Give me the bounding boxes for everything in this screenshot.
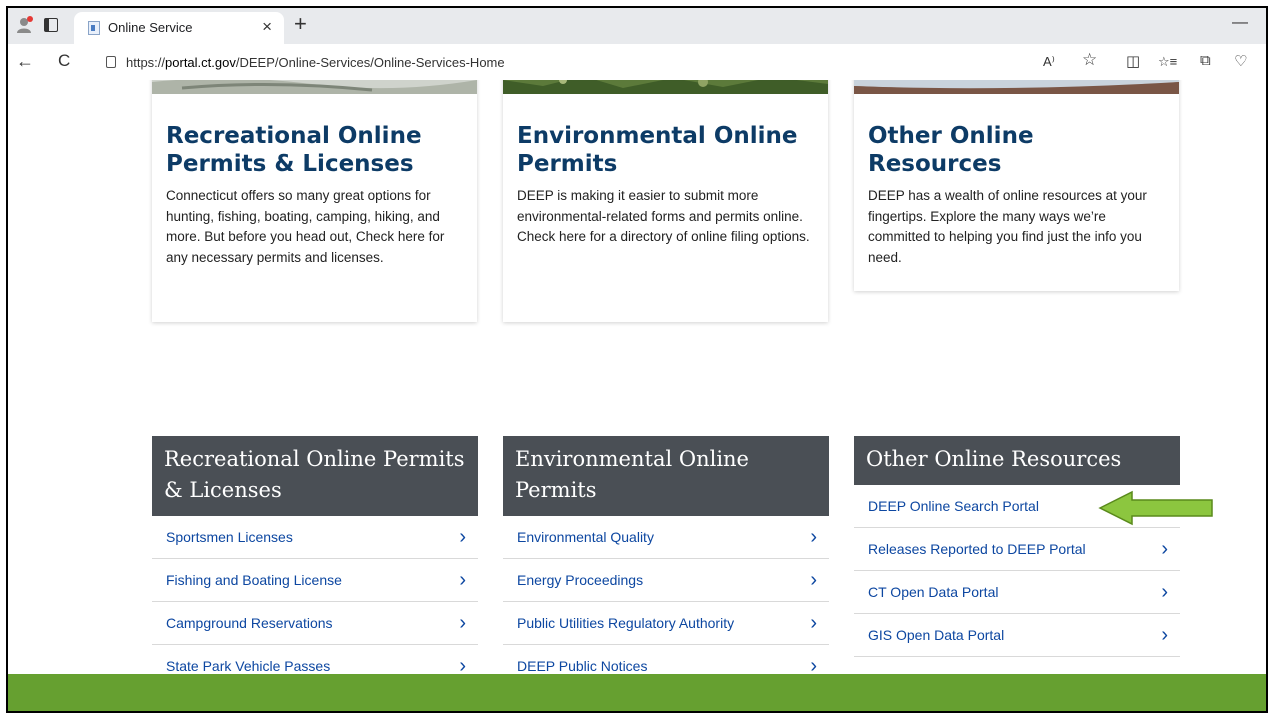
list-header: Other Online Resources — [854, 436, 1180, 485]
chevron-right-icon: › — [810, 569, 817, 591]
list-environmental: Environmental Online Permits Environment… — [503, 436, 829, 674]
list-item-campground-reservations[interactable]: Campground Reservations › — [152, 602, 478, 645]
chevron-right-icon: › — [459, 655, 466, 674]
tab-close-icon[interactable]: × — [262, 17, 272, 37]
list-item-label: CT Open Data Portal — [868, 584, 999, 600]
list-item-energy-proceedings[interactable]: Energy Proceedings › — [503, 559, 829, 602]
url-field[interactable]: https://portal.ct.gov/DEEP/Online-Servic… — [126, 55, 505, 70]
chevron-right-icon: › — [1161, 624, 1168, 646]
card-image — [503, 80, 828, 94]
site-info-icon[interactable] — [106, 56, 116, 68]
list-item-releases-reported-portal[interactable]: Releases Reported to DEEP Portal › — [854, 528, 1180, 571]
read-aloud-icon[interactable]: A⁾ — [1043, 54, 1055, 70]
list-header: Environmental Online Permits — [503, 436, 829, 516]
chevron-right-icon: › — [459, 526, 466, 548]
collections-icon[interactable]: ⧉ — [1200, 52, 1211, 69]
list-item-label: Releases Reported to DEEP Portal — [868, 541, 1086, 557]
annotation-arrow-icon — [1098, 490, 1213, 526]
list-other-resources: Other Online Resources DEEP Online Searc… — [854, 436, 1180, 657]
card-title[interactable]: Other Online Resources — [868, 80, 1165, 178]
list-item-fishing-boating-license[interactable]: Fishing and Boating License › — [152, 559, 478, 602]
list-item-ct-open-data-portal[interactable]: CT Open Data Portal › — [854, 571, 1180, 614]
list-header: Recreational Online Permits & Licenses — [152, 436, 478, 516]
card-recreational[interactable]: Recreational Online Permits & Licenses C… — [152, 80, 477, 322]
tab-actions-icon[interactable] — [44, 18, 58, 32]
chevron-right-icon: › — [1161, 581, 1168, 603]
list-recreational: Recreational Online Permits & Licenses S… — [152, 436, 478, 674]
card-environmental[interactable]: Environmental Online Permits DEEP is mak… — [503, 80, 828, 322]
browser-tab-active[interactable]: Online Service × — [74, 12, 284, 44]
split-screen-icon[interactable]: ◫ — [1126, 52, 1140, 70]
chevron-right-icon: › — [810, 655, 817, 674]
list-item-deep-public-notices[interactable]: DEEP Public Notices › — [503, 645, 829, 674]
list-item-label: Energy Proceedings — [517, 572, 644, 588]
page-content: Recreational Online Permits & Licenses C… — [8, 80, 1266, 674]
list-item-state-park-vehicle-passes[interactable]: State Park Vehicle Passes › — [152, 645, 478, 674]
new-tab-button[interactable]: + — [294, 11, 307, 37]
chevron-right-icon: › — [810, 612, 817, 634]
chevron-right-icon: › — [459, 612, 466, 634]
card-body: Connecticut offers so many great options… — [166, 188, 445, 265]
card-image — [152, 80, 477, 94]
chevron-right-icon: › — [459, 569, 466, 591]
card-other-resources[interactable]: Other Online Resources DEEP has a wealth… — [854, 80, 1179, 291]
chevron-right-icon: › — [810, 526, 817, 548]
profile-avatar-icon[interactable] — [16, 16, 34, 34]
tab-title: Online Service — [108, 20, 193, 35]
back-button[interactable]: ← — [16, 51, 34, 72]
list-item-gis-open-data-portal[interactable]: GIS Open Data Portal › — [854, 614, 1180, 657]
favorite-star-icon[interactable]: ☆ — [1082, 50, 1097, 70]
list-item-label: State Park Vehicle Passes — [166, 658, 331, 674]
browser-tab-bar: Online Service × + — — [8, 8, 1266, 44]
favorites-list-icon[interactable]: ☆≡ — [1158, 54, 1177, 70]
card-image — [854, 80, 1179, 94]
refresh-button[interactable]: C — [58, 51, 70, 71]
list-item-label: Fishing and Boating License — [166, 572, 342, 588]
list-item-pura[interactable]: Public Utilities Regulatory Authority › — [503, 602, 829, 645]
list-item-label: DEEP Public Notices — [517, 658, 648, 674]
page-favicon-icon — [88, 21, 100, 35]
window-minimize-button[interactable]: — — [1232, 14, 1248, 32]
list-item-label: Public Utilities Regulatory Authority — [517, 615, 735, 631]
browser-essentials-icon[interactable]: ♡ — [1234, 52, 1247, 70]
list-item-label: Campground Reservations — [166, 615, 333, 631]
list-item-label: DEEP Online Search Portal — [868, 498, 1039, 514]
footer-banner — [8, 674, 1266, 711]
chevron-right-icon: › — [1161, 538, 1168, 560]
card-title[interactable]: Environmental Online Permits — [517, 80, 814, 178]
card-body: DEEP has a wealth of online resources at… — [868, 188, 1147, 265]
browser-address-bar: ← C https://portal.ct.gov/DEEP/Online-Se… — [8, 44, 1266, 81]
card-title[interactable]: Recreational Online Permits & Licenses — [166, 80, 463, 178]
list-item-environmental-quality[interactable]: Environmental Quality › — [503, 516, 829, 559]
card-body: DEEP is making it easier to submit more … — [517, 188, 810, 244]
screenshot-frame: Online Service × + — ← C https://portal.… — [6, 6, 1268, 713]
list-item-label: Environmental Quality — [517, 529, 654, 545]
url-prefix: https:// — [126, 55, 166, 70]
list-item-label: GIS Open Data Portal — [868, 627, 1005, 643]
url-path: /DEEP/Online-Services/Online-Services-Ho… — [235, 55, 505, 70]
list-item-sportsmen-licenses[interactable]: Sportsmen Licenses › — [152, 516, 478, 559]
url-host: portal.ct.gov — [165, 55, 236, 70]
list-item-label: Sportsmen Licenses — [166, 529, 293, 545]
